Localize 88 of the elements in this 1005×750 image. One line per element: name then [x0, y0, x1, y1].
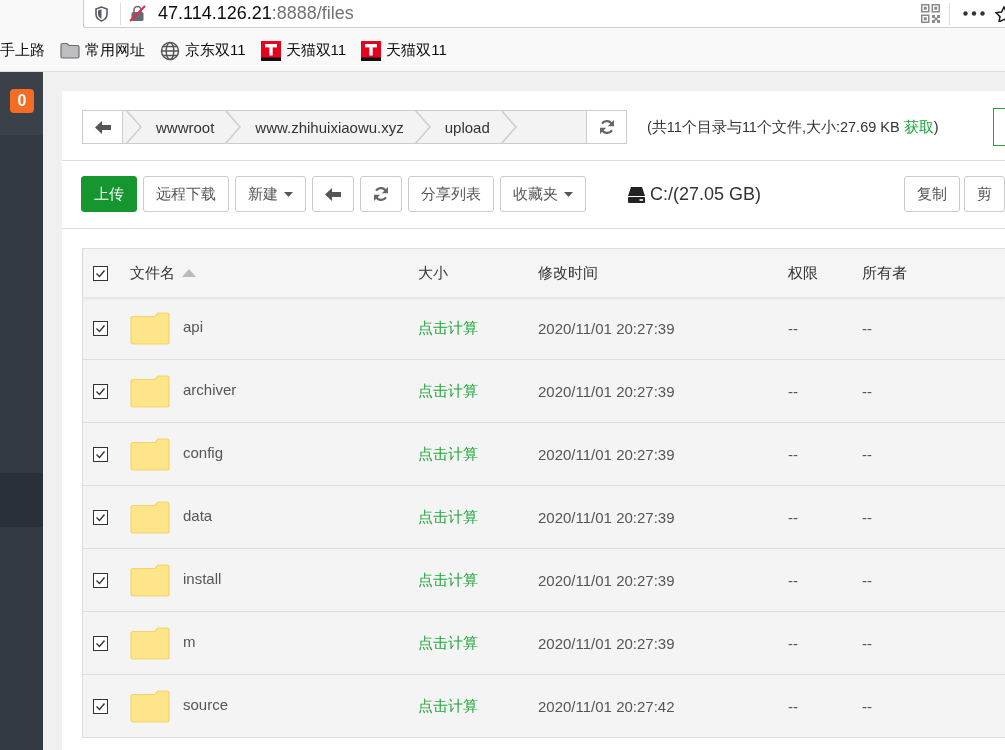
- directory-summary: (共11个目录与11个文件,大小:27.69 KB 获取): [647, 117, 939, 137]
- table-cell: --: [788, 319, 798, 337]
- caret-icon: [284, 191, 293, 197]
- table-cell: --: [788, 634, 798, 652]
- hard-drive-icon: [628, 185, 645, 203]
- table-cell: 2020/11/01 20:27:39: [538, 508, 675, 526]
- arrow-left-icon: [94, 120, 111, 134]
- t-logo-icon: [260, 40, 281, 61]
- breadcrumb-item[interactable]: www.zhihuixiaowu.xyz: [242, 111, 412, 143]
- refresh-button[interactable]: [586, 111, 626, 143]
- table-cell: 2020/11/01 20:27:39: [538, 445, 675, 463]
- table-cell: --: [862, 445, 872, 463]
- crossed-lock-icon[interactable]: [129, 5, 146, 22]
- checkbox[interactable]: [93, 383, 108, 399]
- table-cell: --: [788, 382, 798, 400]
- table-cell: --: [862, 319, 872, 337]
- bookmark-item[interactable]: 天猫双11: [361, 40, 447, 61]
- table-cell: --: [788, 445, 798, 463]
- breadcrumb-item[interactable]: wwwroot: [143, 111, 223, 143]
- back-button[interactable]: [312, 176, 354, 212]
- column-header[interactable]: 文件名: [130, 263, 175, 283]
- folder-icon: [60, 42, 80, 59]
- qr-code-icon[interactable]: [921, 4, 940, 23]
- table-cell: --: [862, 508, 872, 526]
- globe-icon: [160, 40, 180, 61]
- file-name[interactable]: config: [183, 444, 224, 461]
- file-name[interactable]: archiver: [183, 381, 237, 398]
- toolbar-button[interactable]: 分享列表: [408, 176, 494, 212]
- caret-icon: [564, 191, 573, 197]
- t-logo-icon: [361, 40, 382, 61]
- toolbar-button[interactable]: 复制: [904, 176, 960, 212]
- checkbox[interactable]: [93, 265, 108, 281]
- refresh-icon: [598, 119, 615, 135]
- refresh-button[interactable]: [360, 176, 402, 212]
- checkbox[interactable]: [93, 509, 108, 525]
- column-header[interactable]: 大小: [418, 263, 448, 283]
- folder-icon: [130, 689, 170, 723]
- star-icon[interactable]: [995, 5, 1005, 22]
- table-cell: 2020/11/01 20:27:39: [538, 634, 675, 652]
- disk-usage: C:/(27.05 GB): [650, 183, 762, 205]
- column-header[interactable]: 修改时间: [538, 263, 598, 283]
- column-header[interactable]: 权限: [788, 263, 818, 283]
- folder-icon: [130, 374, 170, 408]
- table-cell: --: [788, 697, 798, 715]
- table-cell: --: [862, 571, 872, 589]
- dropdown-button[interactable]: 收藏夹: [500, 176, 586, 212]
- checkbox[interactable]: [93, 320, 108, 336]
- bookmark-item[interactable]: 天猫双11: [260, 40, 347, 61]
- address-bar[interactable]: 47.114.126.21:8888/files: [83, 0, 1005, 28]
- more-icon[interactable]: [963, 11, 985, 16]
- table-cell: 2020/11/01 20:27:39: [538, 319, 675, 337]
- input-field[interactable]: [993, 108, 1005, 146]
- table-cell: 2020/11/01 20:27:39: [538, 571, 675, 589]
- url-text[interactable]: 47.114.126.21:8888/files: [158, 3, 354, 24]
- table-cell: 2020/11/01 20:27:39: [538, 382, 675, 400]
- primary-button[interactable]: 上传: [81, 176, 137, 212]
- back-button[interactable]: [83, 111, 123, 143]
- table-cell: 2020/11/01 20:27:42: [538, 697, 675, 715]
- toolbar-button[interactable]: 剪: [964, 176, 1005, 212]
- checkbox[interactable]: [93, 446, 108, 462]
- table-cell: --: [788, 571, 798, 589]
- file-name[interactable]: api: [183, 318, 204, 335]
- breadcrumb-item[interactable]: upload: [431, 111, 498, 143]
- refresh-icon: [373, 186, 389, 202]
- table-cell: --: [788, 508, 798, 526]
- arrow-left-icon: [325, 187, 341, 201]
- folder-icon: [130, 311, 170, 345]
- bookmark-item[interactable]: 常用网址: [60, 41, 145, 60]
- shield-icon[interactable]: [95, 5, 108, 22]
- table-cell: --: [862, 697, 872, 715]
- folder-icon: [130, 500, 170, 534]
- toolbar-button[interactable]: 远程下载: [143, 176, 229, 212]
- folder-icon: [130, 437, 170, 471]
- bookmark-item[interactable]: 手上路: [0, 41, 45, 60]
- checkbox[interactable]: [93, 698, 108, 714]
- column-header[interactable]: 所有者: [862, 263, 907, 283]
- file-name[interactable]: m: [183, 633, 196, 650]
- table-cell: --: [862, 382, 872, 400]
- folder-icon: [130, 563, 170, 597]
- file-name[interactable]: source: [183, 696, 229, 713]
- bookmark-item[interactable]: 京东双11: [160, 40, 246, 61]
- checkbox[interactable]: [93, 572, 108, 588]
- folder-icon: [130, 626, 170, 660]
- checkbox[interactable]: [93, 635, 108, 651]
- table-cell: --: [862, 634, 872, 652]
- file-name[interactable]: data: [183, 507, 213, 524]
- file-name[interactable]: install: [183, 570, 222, 587]
- dropdown-button[interactable]: 新建: [235, 176, 306, 212]
